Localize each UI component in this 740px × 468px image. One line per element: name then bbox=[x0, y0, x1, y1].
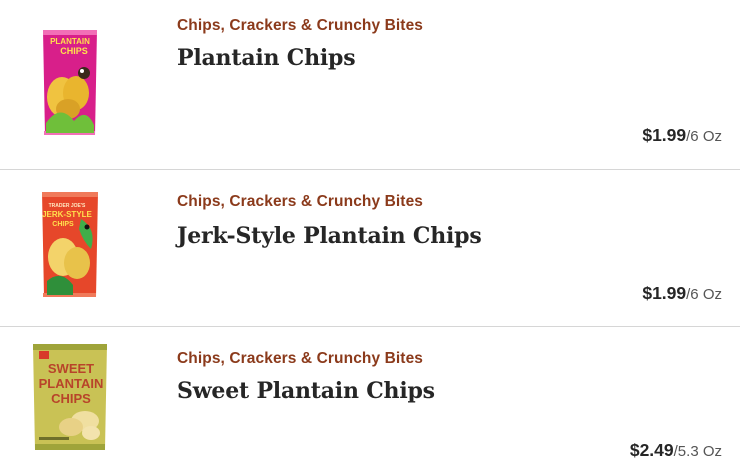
product-category[interactable]: Chips, Crackers & Crunchy Bites bbox=[177, 350, 423, 368]
svg-text:CHIPS: CHIPS bbox=[51, 391, 91, 406]
sweet-plantain-chips-bag-icon: SWEET PLANTAIN CHIPS bbox=[33, 344, 107, 450]
svg-text:JERK-STYLE: JERK-STYLE bbox=[42, 210, 92, 219]
plantain-chips-bag-icon: PLANTAIN CHIPS bbox=[43, 30, 97, 135]
svg-text:CHIPS: CHIPS bbox=[60, 46, 88, 56]
price-unit: /5.3 Oz bbox=[673, 443, 722, 460]
product-image[interactable]: TRADER JOE'S JERK-STYLE CHIPS bbox=[0, 170, 140, 320]
jerk-style-plantain-chips-bag-icon: TRADER JOE'S JERK-STYLE CHIPS bbox=[42, 192, 98, 297]
product-list: PLANTAIN CHIPS Chips, Crackers & Crunchy… bbox=[0, 0, 740, 468]
price-amount: $1.99 bbox=[642, 283, 687, 303]
product-row[interactable]: PLANTAIN CHIPS Chips, Crackers & Crunchy… bbox=[0, 0, 740, 170]
price-amount: $2.49 bbox=[629, 440, 674, 460]
svg-text:PLANTAIN: PLANTAIN bbox=[50, 37, 90, 46]
product-title[interactable]: Sweet Plantain Chips bbox=[177, 378, 435, 404]
product-row[interactable]: TRADER JOE'S JERK-STYLE CHIPS Chips, Cra… bbox=[0, 170, 740, 327]
product-image[interactable]: PLANTAIN CHIPS bbox=[0, 8, 140, 158]
svg-text:TRADER JOE'S: TRADER JOE'S bbox=[49, 203, 86, 209]
product-image[interactable]: SWEET PLANTAIN CHIPS bbox=[0, 322, 140, 468]
product-row[interactable]: SWEET PLANTAIN CHIPS Chips, Crackers & C… bbox=[0, 327, 740, 468]
product-title[interactable]: Plantain Chips bbox=[177, 45, 356, 71]
price-unit: /6 Oz bbox=[686, 128, 722, 145]
product-title[interactable]: Jerk-Style Plantain Chips bbox=[177, 223, 482, 249]
svg-text:PLANTAIN: PLANTAIN bbox=[39, 376, 104, 391]
svg-text:SWEET: SWEET bbox=[48, 361, 94, 376]
product-price: $2.49/5.3 Oz bbox=[630, 440, 722, 461]
product-price: $1.99/6 Oz bbox=[642, 283, 722, 304]
product-category[interactable]: Chips, Crackers & Crunchy Bites bbox=[177, 17, 423, 35]
product-price: $1.99/6 Oz bbox=[642, 125, 722, 146]
price-unit: /6 Oz bbox=[686, 286, 722, 303]
price-amount: $1.99 bbox=[642, 125, 687, 145]
product-category[interactable]: Chips, Crackers & Crunchy Bites bbox=[177, 193, 423, 211]
svg-text:CHIPS: CHIPS bbox=[52, 221, 74, 228]
